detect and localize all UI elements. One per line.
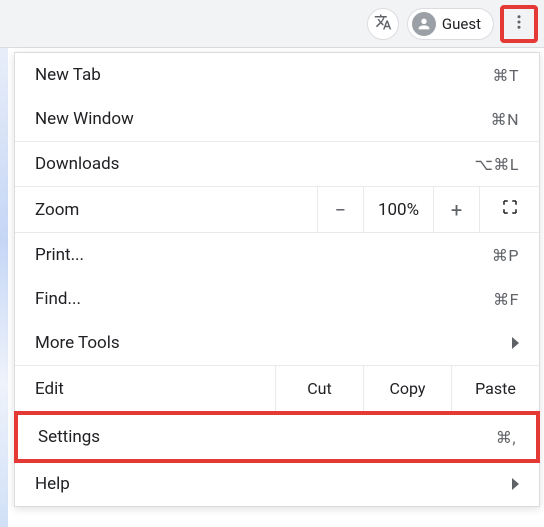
zoom-value: 100%: [363, 187, 433, 232]
edit-label: Edit: [15, 366, 275, 411]
menu-label: Help: [35, 474, 70, 494]
menu-item-print[interactable]: Print... ⌘P: [15, 233, 539, 277]
zoom-out-button[interactable]: −: [317, 187, 363, 232]
menu-shortcut: ⌘N: [491, 110, 519, 129]
menu-shortcut: ⌘,: [496, 428, 516, 447]
profile-label: Guest: [442, 15, 481, 33]
menu-shortcut: ⌘T: [492, 66, 519, 85]
chevron-right-icon: [512, 337, 519, 349]
profile-chip[interactable]: Guest: [407, 8, 494, 40]
menu-label: Downloads: [35, 154, 119, 174]
edit-cut-button[interactable]: Cut: [275, 366, 363, 411]
translate-icon: [374, 13, 392, 35]
menu-label: Print...: [35, 245, 84, 265]
menu-label: Find...: [35, 289, 81, 309]
page-edge: [0, 48, 8, 527]
more-menu-button[interactable]: [502, 7, 536, 41]
menu-item-find[interactable]: Find... ⌘F: [15, 277, 539, 321]
menu-shortcut: ⌘P: [492, 246, 519, 265]
fullscreen-button[interactable]: [479, 187, 539, 232]
fullscreen-icon: [501, 198, 519, 221]
chevron-right-icon: [512, 478, 519, 490]
menu-item-more-tools[interactable]: More Tools: [15, 321, 539, 365]
menu-shortcut: ⌘F: [493, 290, 519, 309]
menu-item-downloads[interactable]: Downloads ⌥⌘L: [15, 142, 539, 186]
avatar-icon: [412, 12, 436, 36]
menu-item-zoom: Zoom − 100% +: [15, 186, 539, 232]
browser-toolbar: Guest: [0, 0, 544, 48]
zoom-label: Zoom: [15, 187, 317, 232]
menu-item-new-tab[interactable]: New Tab ⌘T: [15, 53, 539, 97]
menu-label: New Window: [35, 109, 134, 129]
edit-copy-button[interactable]: Copy: [363, 366, 451, 411]
more-vertical-icon: [510, 13, 528, 35]
menu-item-help[interactable]: Help: [15, 462, 539, 506]
edit-paste-button[interactable]: Paste: [451, 366, 539, 411]
chrome-main-menu: New Tab ⌘T New Window ⌘N Downloads ⌥⌘L Z…: [14, 52, 540, 507]
translate-button[interactable]: [367, 8, 399, 40]
menu-label: Settings: [38, 427, 100, 447]
zoom-in-button[interactable]: +: [433, 187, 479, 232]
menu-item-new-window[interactable]: New Window ⌘N: [15, 97, 539, 141]
menu-label: More Tools: [35, 333, 120, 353]
menu-item-settings[interactable]: Settings ⌘,: [14, 411, 540, 463]
menu-shortcut: ⌥⌘L: [474, 155, 519, 174]
menu-label: New Tab: [35, 65, 101, 85]
menu-item-edit: Edit Cut Copy Paste: [15, 365, 539, 411]
